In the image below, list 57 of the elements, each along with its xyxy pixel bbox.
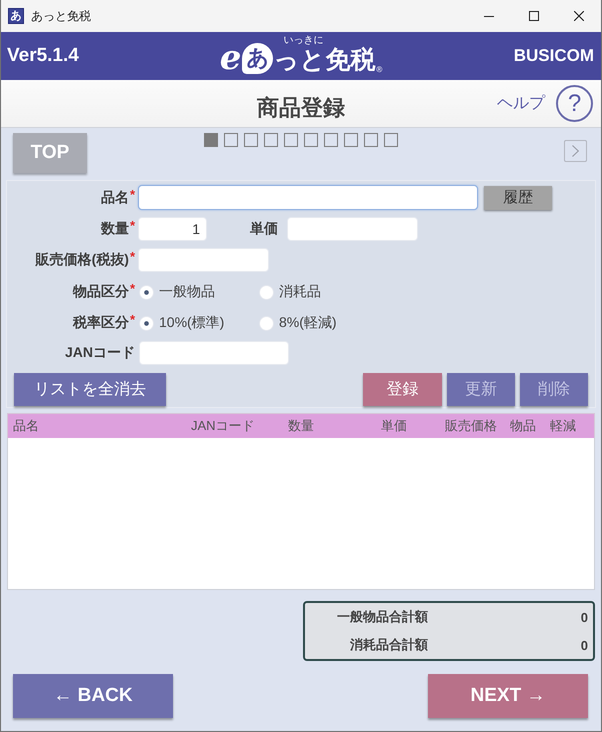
required-mark: *: [130, 220, 135, 232]
option-label: 10%(標準): [159, 314, 224, 332]
field-label: 数量: [100, 220, 129, 238]
required-mark: *: [130, 314, 135, 326]
field-label: JANコード: [64, 344, 135, 362]
column-header: 品名: [12, 417, 40, 435]
field-label: 販売価格(税抜): [36, 251, 129, 269]
app-icon: あ: [8, 8, 24, 24]
unit-price-field[interactable]: [287, 217, 418, 241]
page-title: 商品登録: [257, 94, 345, 122]
option-label: 8%(軽減): [279, 314, 337, 332]
required-mark: *: [130, 188, 135, 200]
field-label: 品名: [100, 188, 129, 206]
column-header: 軽減: [549, 417, 577, 435]
logo-letter: e: [220, 42, 242, 74]
close-icon[interactable]: [574, 11, 584, 21]
total-label: 消耗品合計額: [349, 636, 428, 654]
logo-bubble: あ: [242, 42, 274, 74]
maximize-icon[interactable]: [528, 11, 538, 21]
column-header: JANコード: [190, 417, 256, 435]
required-mark: *: [130, 251, 135, 263]
help-link[interactable]: ヘルプ: [497, 93, 545, 114]
history-button[interactable]: 履歴: [484, 186, 552, 210]
next-page-button[interactable]: [564, 140, 587, 162]
field-label: 単価: [250, 220, 278, 238]
window-title: あっと免税: [31, 8, 92, 24]
radio-button[interactable]: [139, 284, 154, 300]
clear-list-button[interactable]: リストを全消去: [14, 373, 166, 406]
option-label: 消耗品: [279, 283, 321, 301]
required-mark: *: [130, 283, 135, 295]
option-label: 一般物品: [159, 283, 215, 301]
radio-button[interactable]: [259, 284, 274, 300]
help-button[interactable]: ?: [556, 85, 593, 122]
sale-price-field[interactable]: [138, 248, 269, 272]
back-button[interactable]: ← BACK: [13, 674, 173, 718]
jan-code-field[interactable]: [139, 341, 289, 365]
radio-button[interactable]: [259, 316, 274, 330]
total-value: 0: [580, 638, 589, 652]
total-label: 一般物品合計額: [336, 608, 428, 626]
next-button[interactable]: NEXT →: [428, 674, 588, 718]
logo-ruby: いっきに: [283, 36, 324, 46]
column-header: 販売価格: [444, 417, 498, 435]
product-name-field[interactable]: [138, 185, 478, 210]
radio-button[interactable]: [139, 316, 154, 330]
field-label: 物品区分: [72, 283, 129, 301]
logo-text: っと免税: [273, 46, 376, 74]
registered-mark: ®: [376, 64, 382, 74]
column-header: 数量: [287, 417, 315, 435]
field-label: 税率区分: [72, 314, 129, 332]
total-value: 0: [580, 610, 589, 624]
chevron-right-icon: [572, 145, 579, 157]
register-button[interactable]: 登録: [363, 373, 442, 406]
column-header: 単価: [380, 417, 408, 435]
column-header: 物品: [509, 417, 537, 435]
quantity-field[interactable]: 1: [138, 217, 207, 241]
version-label: Ver5.1.4: [6, 45, 79, 67]
company-name: BUSICOM: [514, 46, 595, 66]
